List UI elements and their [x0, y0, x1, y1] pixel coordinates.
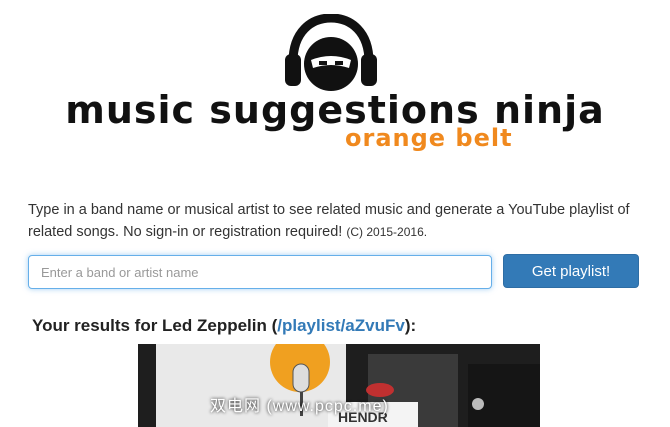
results-suffix: ): — [404, 316, 417, 335]
ninja-headphones-icon — [285, 14, 377, 91]
get-playlist-button[interactable]: Get playlist! — [503, 254, 639, 288]
app-subtitle: orange belt — [345, 124, 513, 152]
artist-search-input[interactable] — [28, 255, 492, 289]
header-logo: music suggestions ninja orange belt — [0, 0, 670, 160]
results-heading: Your results for Led Zeppelin (/playlist… — [32, 316, 416, 336]
app-title: music suggestions ninja — [65, 88, 605, 132]
playlist-link[interactable]: /playlist/aZvuFv — [277, 316, 405, 335]
copyright-text: (C) 2015-2016. — [346, 225, 428, 239]
watermark-text: 双电网 (www.pcpc.me) — [210, 398, 389, 415]
intro-description: Type in a band name or musical artist to… — [28, 202, 630, 240]
results-prefix: Your results for Led Zeppelin ( — [32, 316, 278, 335]
intro-text: Type in a band name or musical artist to… — [28, 199, 648, 243]
